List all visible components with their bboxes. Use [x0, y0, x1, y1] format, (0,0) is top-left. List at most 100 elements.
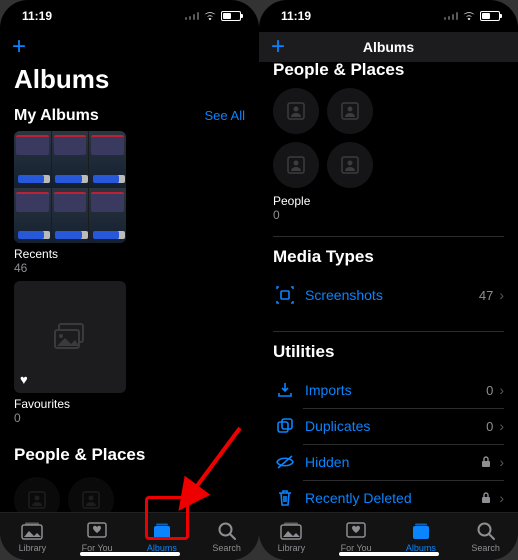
tab-label: Albums [406, 543, 436, 553]
nav-bar: + [0, 32, 259, 62]
tab-label: Library [278, 543, 306, 553]
library-icon [280, 521, 302, 541]
tab-label: Library [19, 543, 47, 553]
trash-icon [273, 489, 297, 507]
tab-search[interactable]: Search [453, 521, 518, 553]
album-label: Favourites [14, 397, 126, 411]
people-circle[interactable] [273, 88, 319, 134]
row-screenshots[interactable]: Screenshots 47 › [259, 277, 518, 313]
search-icon [476, 521, 496, 541]
tab-for-you[interactable]: For You [65, 521, 130, 553]
tab-label: Search [212, 543, 241, 553]
divider [273, 236, 504, 237]
import-icon [273, 381, 297, 399]
chevron-right-icon: › [499, 382, 504, 398]
tab-library[interactable]: Library [0, 521, 65, 553]
row-label: Recently Deleted [297, 490, 481, 506]
people-count: 0 [259, 208, 518, 222]
row-count: 0 [486, 383, 493, 398]
tab-albums[interactable]: Albums [389, 521, 454, 553]
chevron-right-icon: › [499, 454, 504, 470]
status-bar: 11:19 [259, 0, 518, 32]
lock-icon [481, 492, 491, 504]
people-thumbs [259, 82, 419, 190]
for-you-icon [346, 521, 366, 541]
status-bar: 11:19 [0, 0, 259, 32]
row-label: Hidden [297, 454, 481, 470]
people-circle[interactable] [14, 477, 60, 512]
tab-search[interactable]: Search [194, 521, 259, 553]
people-circle[interactable] [327, 88, 373, 134]
recents-thumbnail [14, 131, 126, 243]
row-duplicates[interactable]: Duplicates 0 › [259, 408, 518, 444]
status-time: 11:19 [22, 9, 52, 23]
my-albums-header: My Albums See All [0, 103, 259, 131]
search-icon [217, 521, 237, 541]
status-time: 11:19 [281, 9, 311, 23]
media-types-list: Screenshots 47 › [259, 273, 518, 317]
people-circle[interactable] [68, 477, 114, 512]
album-count: 0 [14, 411, 126, 425]
row-count: 47 [479, 288, 493, 303]
album-tile-recents[interactable]: Recents 46 [14, 131, 126, 275]
chevron-right-icon: › [499, 287, 504, 303]
tab-for-you[interactable]: For You [324, 521, 389, 553]
status-icons [185, 11, 241, 21]
content-area: People & Places People 0 Media Types [259, 62, 518, 512]
tab-label: Search [471, 543, 500, 553]
people-circle[interactable] [273, 142, 319, 188]
people-places-title: People & Places [0, 439, 259, 471]
tab-library[interactable]: Library [259, 521, 324, 553]
home-indicator[interactable] [339, 552, 439, 556]
divider [273, 331, 504, 332]
row-recently-deleted[interactable]: Recently Deleted › [259, 480, 518, 512]
tab-label: Albums [147, 543, 177, 553]
row-count: 0 [486, 419, 493, 434]
lock-icon [481, 456, 491, 468]
duplicates-icon [273, 417, 297, 435]
album-count: 46 [14, 261, 126, 275]
row-label: Imports [297, 382, 486, 398]
chevron-right-icon: › [499, 418, 504, 434]
wifi-icon [203, 11, 217, 21]
see-all-link[interactable]: See All [205, 108, 245, 123]
row-imports[interactable]: Imports 0 › [259, 372, 518, 408]
heart-icon: ♥ [20, 372, 28, 387]
add-button[interactable]: + [12, 35, 26, 59]
status-icons [444, 11, 500, 21]
photo-stack-icon [53, 322, 87, 352]
tab-label: For You [82, 543, 113, 553]
row-label: Duplicates [297, 418, 486, 434]
cellular-icon [185, 12, 199, 20]
favourites-thumbnail: ♥ [14, 281, 126, 393]
battery-icon [480, 11, 500, 21]
albums-icon [411, 521, 431, 541]
for-you-icon [87, 521, 107, 541]
nav-bar: + Albums [259, 32, 518, 62]
utilities-list: Imports 0 › Duplicates 0 › Hidden [259, 368, 518, 512]
phone-left: 11:19 + Albums My Albums See All Recents [0, 0, 259, 560]
wifi-icon [462, 11, 476, 21]
annotation-box [145, 496, 189, 540]
page-title: Albums [0, 62, 259, 103]
content-area: Albums My Albums See All Recents 46 ♥ Fa… [0, 62, 259, 512]
album-tile-favourites[interactable]: ♥ Favourites 0 [14, 281, 126, 425]
people-circle[interactable] [327, 142, 373, 188]
utilities-title: Utilities [259, 336, 518, 368]
nav-title: Albums [259, 39, 518, 55]
row-label: Screenshots [297, 287, 479, 303]
people-label: People [259, 190, 518, 208]
hidden-icon [273, 453, 297, 471]
phone-right: 11:19 + Albums People & Places [259, 0, 518, 560]
screenshots-icon [273, 286, 297, 304]
row-hidden[interactable]: Hidden › [259, 444, 518, 480]
people-thumbs [0, 471, 160, 512]
library-icon [21, 521, 43, 541]
cellular-icon [444, 12, 458, 20]
my-albums-title: My Albums [14, 107, 99, 125]
people-places-title: People & Places [259, 62, 518, 80]
home-indicator[interactable] [80, 552, 180, 556]
add-button[interactable]: + [271, 35, 285, 59]
media-types-title: Media Types [259, 241, 518, 273]
battery-icon [221, 11, 241, 21]
